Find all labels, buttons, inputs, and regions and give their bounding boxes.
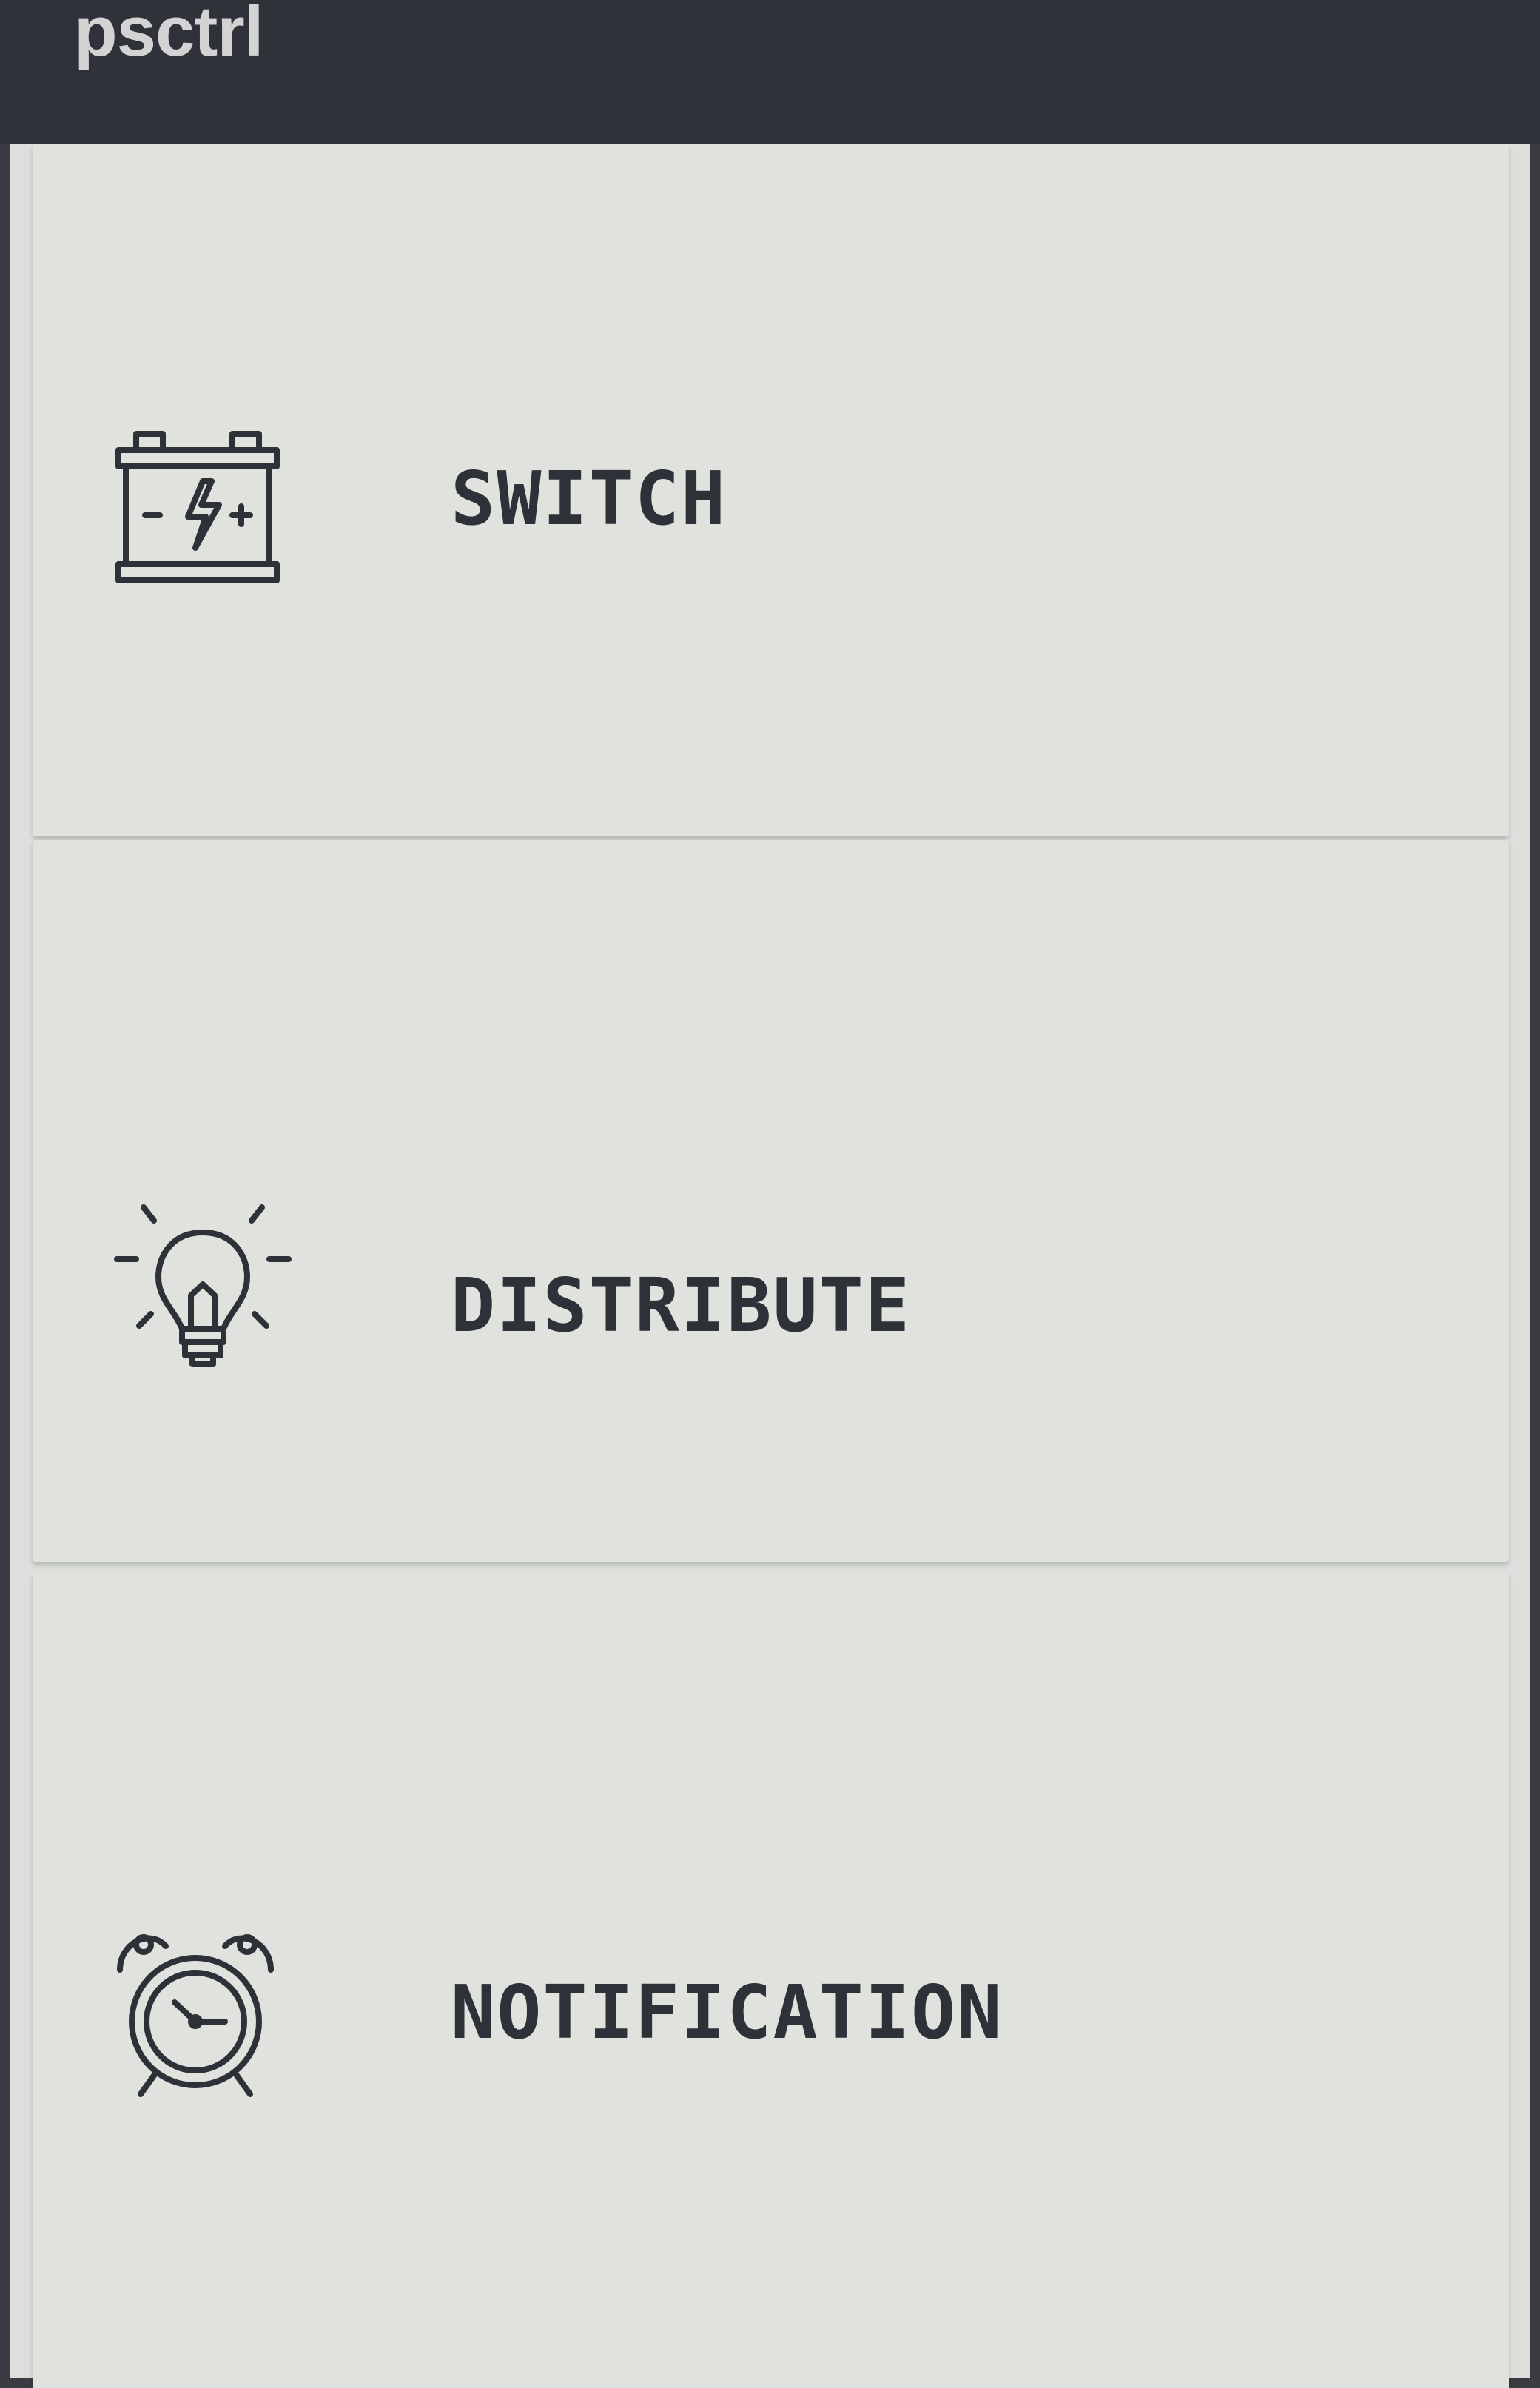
menu-item-label: DISTRIBUTE	[451, 1262, 912, 1349]
screen: psctrl SWITCH DISTRIBUTE NOTIFICATION	[0, 0, 1540, 2388]
battery-icon	[114, 422, 292, 600]
lightbulb-icon	[114, 1203, 292, 1381]
screen-bezel-left	[0, 144, 10, 2388]
menu-item-label: SWITCH	[451, 455, 727, 542]
menu-item-distribute[interactable]: DISTRIBUTE	[33, 840, 1509, 1562]
menu-item-label: NOTIFICATION	[451, 1969, 1003, 2056]
screen-bezel-right	[1530, 144, 1540, 2388]
menu-item-notification[interactable]: NOTIFICATION	[33, 1573, 1509, 2388]
alarm-clock-icon	[114, 1928, 292, 2106]
app-title: psctrl	[74, 0, 263, 71]
menu-item-switch[interactable]: SWITCH	[33, 144, 1509, 836]
title-bar: psctrl	[0, 0, 1540, 144]
menu-list: SWITCH DISTRIBUTE NOTIFICATION	[10, 144, 1530, 2388]
